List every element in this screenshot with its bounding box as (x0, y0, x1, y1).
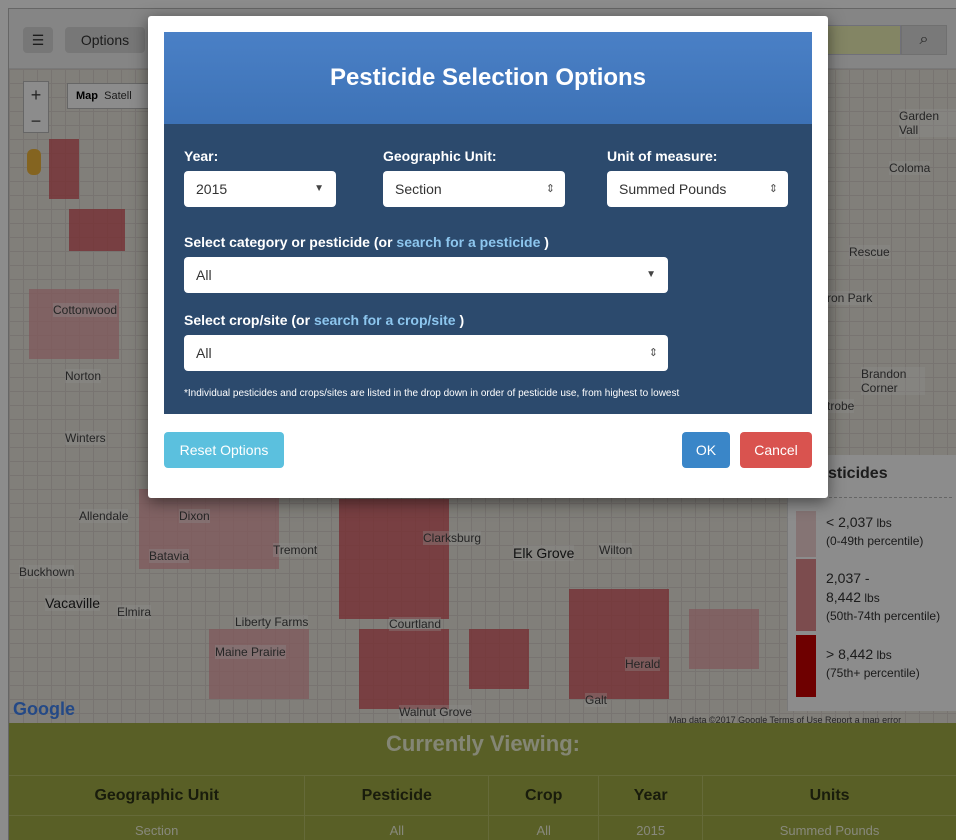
geographic-unit-select[interactable]: Section ⇕ (383, 171, 565, 207)
pesticide-selection-modal: Pesticide Selection Options Year: 2015 ▼… (148, 16, 828, 498)
search-crop-link[interactable]: search for a crop/site (314, 312, 456, 328)
geographic-unit-value: Section (395, 181, 442, 197)
cancel-button[interactable]: Cancel (740, 432, 812, 468)
category-select-value: All (196, 267, 212, 283)
updown-arrows-icon: ⇕ (648, 347, 658, 359)
updown-arrows-icon: ⇕ (545, 183, 555, 195)
crop-select-value: All (196, 345, 212, 361)
unit-of-measure-value: Summed Pounds (619, 181, 727, 197)
geographic-unit-label: Geographic Unit: (383, 148, 497, 164)
updown-arrows-icon: ⇕ (768, 183, 778, 195)
unit-of-measure-label: Unit of measure: (607, 148, 718, 164)
crop-select[interactable]: All ⇕ (184, 335, 668, 371)
caret-down-icon: ▼ (314, 183, 324, 194)
unit-of-measure-select[interactable]: Summed Pounds ⇕ (607, 171, 788, 207)
category-label: Select category or pesticide (or search … (184, 234, 549, 250)
ok-button[interactable]: OK (682, 432, 730, 468)
category-select[interactable]: All ▼ (184, 257, 668, 293)
search-pesticide-link[interactable]: search for a pesticide (396, 234, 540, 250)
reset-options-button[interactable]: Reset Options (164, 432, 284, 468)
year-label: Year: (184, 148, 219, 164)
crop-label: Select crop/site (or search for a crop/s… (184, 312, 465, 328)
footnote: *Individual pesticides and crops/sites a… (184, 388, 680, 399)
year-select-value: 2015 (196, 181, 228, 197)
year-select[interactable]: 2015 ▼ (184, 171, 336, 207)
modal-body: Year: 2015 ▼ Geographic Unit: Section ⇕ … (164, 124, 812, 414)
modal-title: Pesticide Selection Options (329, 64, 647, 91)
modal-header: Pesticide Selection Options (164, 32, 812, 124)
caret-down-icon: ▼ (646, 269, 656, 280)
